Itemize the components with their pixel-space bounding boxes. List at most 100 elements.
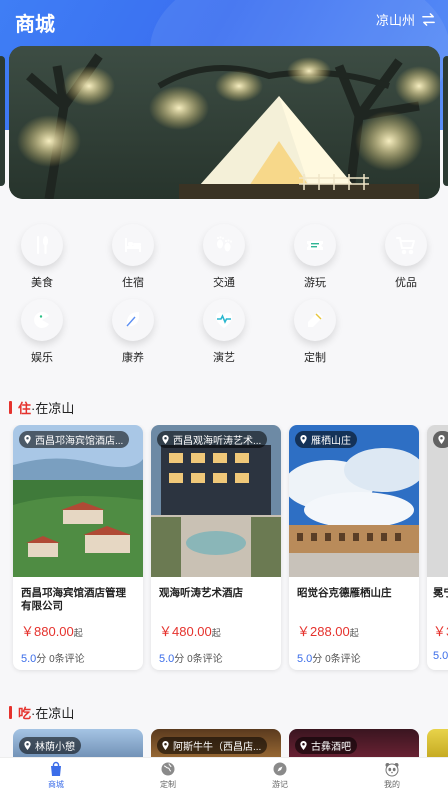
category-stay[interactable]: 住宿 <box>103 224 163 290</box>
hotel-price: ￥880.00起 <box>13 621 143 640</box>
category-transport[interactable]: 交通 <box>194 224 254 290</box>
location-tag: 林荫小憩 <box>19 737 81 754</box>
price-unit: 起 <box>349 628 359 638</box>
hotel-price: ￥288.00起 <box>289 621 419 640</box>
category-label: 住宿 <box>122 277 144 289</box>
rating-unit: 分 <box>36 654 47 665</box>
pencil-icon <box>294 299 336 341</box>
food-card[interactable]: 古彝酒吧 <box>289 729 419 759</box>
hotel-rating: 5.0分 0条评论 <box>151 650 281 665</box>
hotel-rating: 5.0 <box>427 650 448 662</box>
rating-unit: 分 <box>312 654 323 665</box>
category-wellness[interactable]: 康养 <box>103 299 163 365</box>
hotel-rating: 5.0分 0条评论 <box>289 650 419 665</box>
food-carousel[interactable]: 林荫小憩 阿斯牛牛（西昌店... 古彝酒吧 <box>0 729 448 759</box>
hotel-carousel[interactable]: 西昌邛海宾馆酒店... 西昌邛海宾馆酒店管理有限公司 ￥880.00起 5.0分… <box>0 425 448 675</box>
section-rest: ·在凉山 <box>31 706 75 721</box>
section-marker <box>9 401 12 414</box>
section-highlight: 住 <box>18 401 32 416</box>
hotel-photo: 西昌观海听涛艺术... <box>151 425 281 577</box>
location-tag-text: 古彝酒吧 <box>311 742 351 753</box>
category-entertainment[interactable]: 娱乐 <box>12 299 72 365</box>
category-play[interactable]: 游玩 <box>285 224 345 290</box>
location-tag: 古彝酒吧 <box>295 737 357 754</box>
price-value: ￥880.00 <box>21 624 74 639</box>
location-tag-text: 西昌观海听涛艺术... <box>173 436 262 447</box>
food-card[interactable] <box>427 729 448 759</box>
shopping-bag-icon <box>51 761 61 776</box>
city-switcher[interactable]: 凉山州 <box>376 10 436 29</box>
category-grid: 美食 住宿 交通 游玩 优品 娱乐 康养 演艺 定制 <box>0 218 448 378</box>
price-unit: 起 <box>211 628 221 638</box>
food-card[interactable]: 林荫小憩 <box>13 729 143 759</box>
location-tag: 阿斯牛牛（西昌店... <box>157 737 268 754</box>
banner-carousel[interactable] <box>0 40 448 202</box>
food-card[interactable]: 阿斯牛牛（西昌店... <box>151 729 281 759</box>
bed-icon <box>112 224 154 266</box>
location-tag-text: 西昌邛海宾馆酒店... <box>35 436 124 447</box>
category-label: 娱乐 <box>31 352 53 364</box>
city-name: 凉山州 <box>375 13 415 28</box>
price-value: ￥480.00 <box>159 624 212 639</box>
location-pin-icon <box>162 435 169 444</box>
banner-prev-peek <box>0 56 5 186</box>
category-food[interactable]: 美食 <box>12 224 72 290</box>
hotel-card[interactable]: 冕宁 ￥3 5.0 <box>427 425 448 670</box>
hotel-name: 西昌邛海宾馆酒店管理有限公司 <box>21 587 126 612</box>
category-label: 游玩 <box>304 277 326 289</box>
hotel-card[interactable]: 雁栖山庄 昭觉谷克德雁栖山庄 ￥288.00起 5.0分 0条评论 <box>289 425 419 670</box>
location-tag: 雁栖山庄 <box>295 431 357 448</box>
location-pin-icon <box>162 741 169 750</box>
rating-score: 5.0 <box>297 653 313 665</box>
page-title: 商城 <box>15 14 55 36</box>
category-label: 演艺 <box>213 352 235 364</box>
leaf-icon <box>112 299 154 341</box>
review-count: 0条评论 <box>187 654 223 665</box>
footprints-icon <box>203 224 245 266</box>
review-count: 0条评论 <box>49 654 85 665</box>
tab-custom[interactable]: 定制 <box>112 758 224 793</box>
rating-score: 5.0 <box>433 650 448 662</box>
location-pin-icon <box>438 435 445 444</box>
location-pin-icon <box>24 741 31 750</box>
cart-icon <box>385 224 427 266</box>
category-performance[interactable]: 演艺 <box>194 299 254 365</box>
rating-unit: 分 <box>174 654 185 665</box>
hotel-photo <box>427 425 448 577</box>
location-tag-text: 雁栖山庄 <box>311 436 351 447</box>
banner-image[interactable] <box>9 46 440 199</box>
category-goods[interactable]: 优品 <box>376 224 436 290</box>
section-highlight: 吃 <box>18 706 32 721</box>
hotel-card[interactable]: 西昌邛海宾馆酒店... 西昌邛海宾馆酒店管理有限公司 ￥880.00起 5.0分… <box>13 425 143 670</box>
tab-mall[interactable]: 商城 <box>0 758 112 793</box>
rating-score: 5.0 <box>21 653 37 665</box>
tab-label: 游记 <box>272 780 288 789</box>
hotel-price: ￥3 <box>427 621 448 640</box>
glamping-tent-illustration <box>9 46 440 199</box>
price-value: ￥3 <box>433 624 448 639</box>
location-tag <box>433 431 448 448</box>
section-title-eat: 吃 ·在凉山 <box>9 703 74 722</box>
bottom-tab-bar: 商城 定制 游记 我的 <box>0 757 448 793</box>
review-count: 0条评论 <box>325 654 361 665</box>
price-value: ￥288.00 <box>297 624 350 639</box>
heartbeat-icon <box>203 299 245 341</box>
hotel-price: ￥480.00起 <box>151 621 281 640</box>
hotel-card[interactable]: 西昌观海听涛艺术... 观海听涛艺术酒店 ￥480.00起 5.0分 0条评论 <box>151 425 281 670</box>
location-pin-icon <box>24 435 31 444</box>
category-custom[interactable]: 定制 <box>285 299 345 365</box>
category-label: 康养 <box>122 352 144 364</box>
tab-label: 商城 <box>48 780 64 789</box>
hotel-photo: 雁栖山庄 <box>289 425 419 577</box>
tab-label: 我的 <box>384 780 400 789</box>
location-tag: 西昌观海听涛艺术... <box>157 431 268 448</box>
location-tag-text: 阿斯牛牛（西昌店... <box>173 742 262 753</box>
location-tag-text: 林荫小憩 <box>35 742 75 753</box>
section-title-stay: 住 ·在凉山 <box>9 398 74 417</box>
location-tag: 西昌邛海宾馆酒店... <box>19 431 130 448</box>
section-rest: ·在凉山 <box>31 401 75 416</box>
hotel-name: 冕宁 <box>433 587 448 599</box>
tab-travelogue[interactable]: 游记 <box>224 758 336 793</box>
tab-mine[interactable]: 我的 <box>336 758 448 793</box>
ticket-icon <box>294 224 336 266</box>
